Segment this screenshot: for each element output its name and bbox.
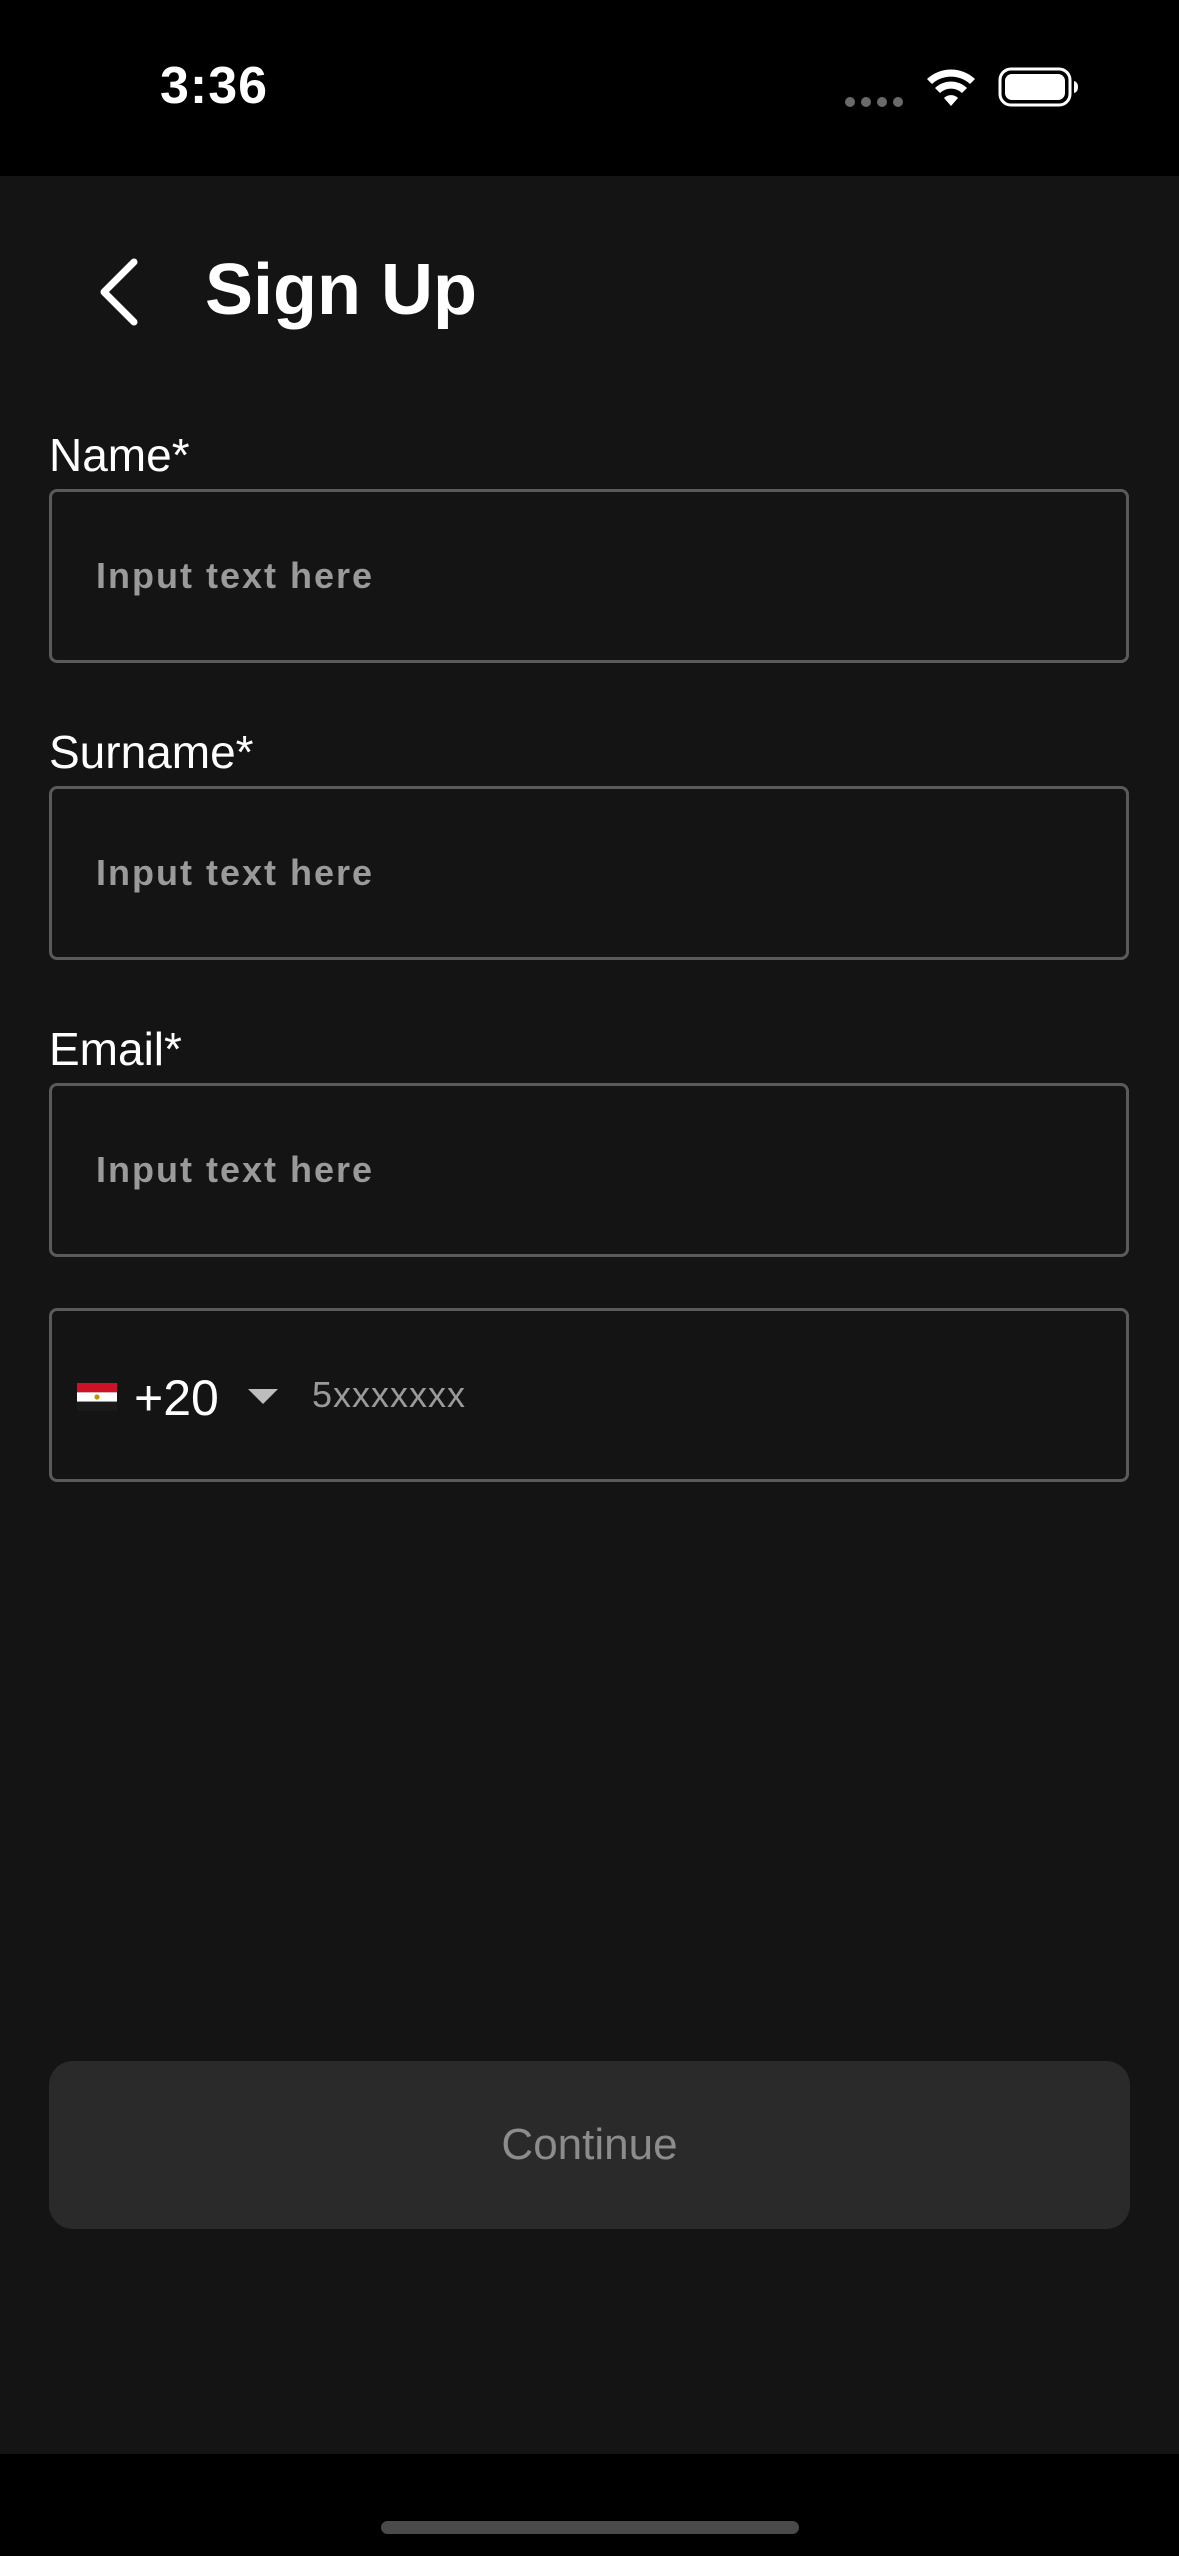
continue-button[interactable]: Continue xyxy=(49,2061,1130,2229)
surname-field xyxy=(49,786,1129,960)
email-input[interactable] xyxy=(96,1086,1076,1254)
dial-code: +20 xyxy=(134,1370,219,1426)
caret-down-icon xyxy=(248,1389,278,1404)
name-input[interactable] xyxy=(96,492,1076,660)
wifi-icon xyxy=(927,69,975,106)
name-label: Name* xyxy=(49,429,190,481)
status-bar: 3:36 xyxy=(0,0,1179,176)
egypt-flag-icon xyxy=(77,1383,117,1411)
phone-field: +20 xyxy=(49,1308,1129,1482)
email-field xyxy=(49,1083,1129,1257)
surname-label: Surname* xyxy=(49,726,254,778)
app-content: Sign Up Name* Surname* Email* +20 xyxy=(0,176,1179,2454)
battery-icon xyxy=(998,67,1078,107)
chevron-left-icon xyxy=(100,258,138,326)
phone-input[interactable] xyxy=(312,1311,1092,1479)
home-indicator-area xyxy=(0,2454,1179,2556)
name-field xyxy=(49,489,1129,663)
sign-up-screen: 3:36 Sign Up Name* Surname* xyxy=(0,0,1179,2556)
surname-input[interactable] xyxy=(96,789,1076,957)
email-label: Email* xyxy=(49,1023,182,1075)
back-button[interactable] xyxy=(80,246,160,336)
home-indicator[interactable] xyxy=(381,2521,799,2534)
page-title: Sign Up xyxy=(205,250,477,330)
status-time: 3:36 xyxy=(160,57,269,115)
cellular-signal-icon xyxy=(845,97,905,107)
